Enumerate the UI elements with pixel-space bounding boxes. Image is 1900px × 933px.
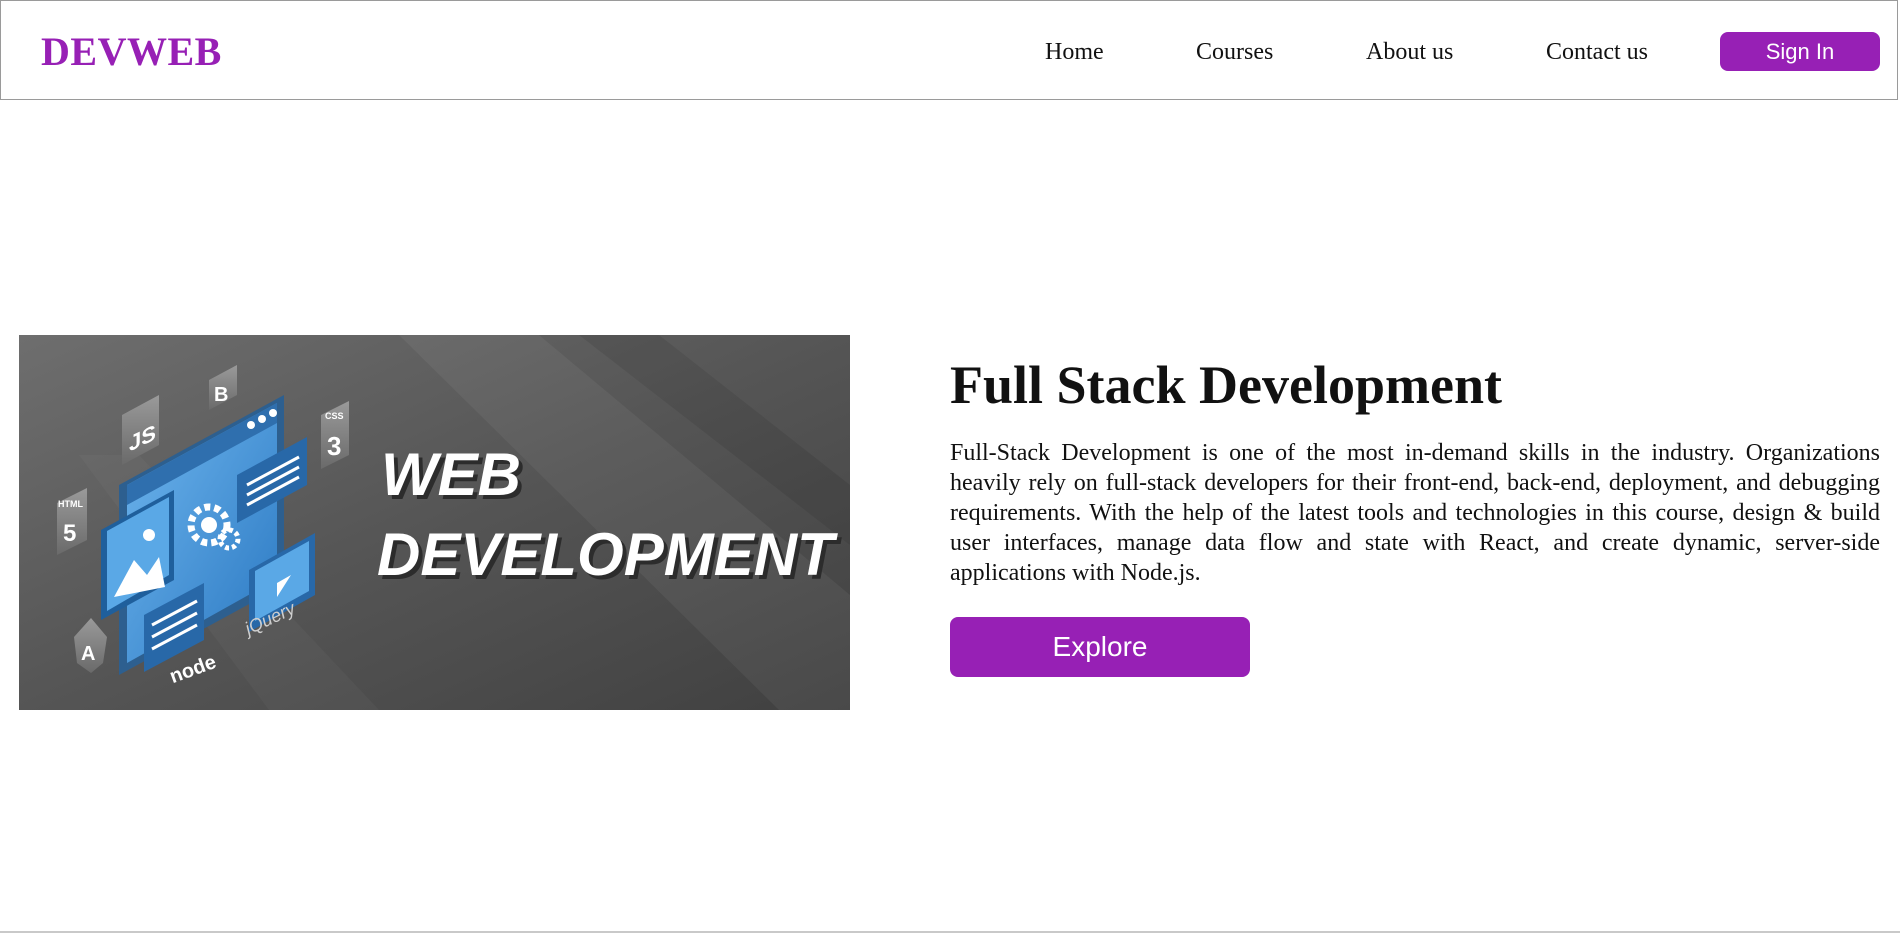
svg-text:DEVELOPMENT: DEVELOPMENT [377,521,838,588]
nav-link-home[interactable]: Home [1045,35,1104,69]
svg-text:A: A [81,643,95,665]
hero-text-section: Full Stack Development Full-Stack Develo… [950,350,1880,588]
hero-banner-image: JS B HTML 5 CSS 3 A node jQuery WEB WEB … [19,335,850,710]
explore-button[interactable]: Explore [950,617,1250,677]
hero-title: Full Stack Development [950,355,1502,415]
nav-link-contact-us[interactable]: Contact us [1546,35,1648,69]
web-development-illustration: JS B HTML 5 CSS 3 A node jQuery WEB WEB … [19,335,850,710]
svg-text:CSS: CSS [325,411,344,421]
svg-text:5: 5 [63,520,76,547]
svg-text:3: 3 [327,431,341,461]
nav-menu: Home Courses About us Contact us [1,35,1897,69]
svg-text:WEB: WEB [381,441,521,508]
svg-text:B: B [214,384,228,406]
nav-link-about-us[interactable]: About us [1366,35,1453,69]
svg-text:HTML: HTML [58,499,83,509]
hero-description: Full-Stack Development is one of the mos… [950,440,1880,586]
nav-link-courses[interactable]: Courses [1196,35,1273,69]
sign-in-button[interactable]: Sign In [1720,32,1880,71]
navbar: DEVWEB Home Courses About us Contact us … [0,0,1898,100]
